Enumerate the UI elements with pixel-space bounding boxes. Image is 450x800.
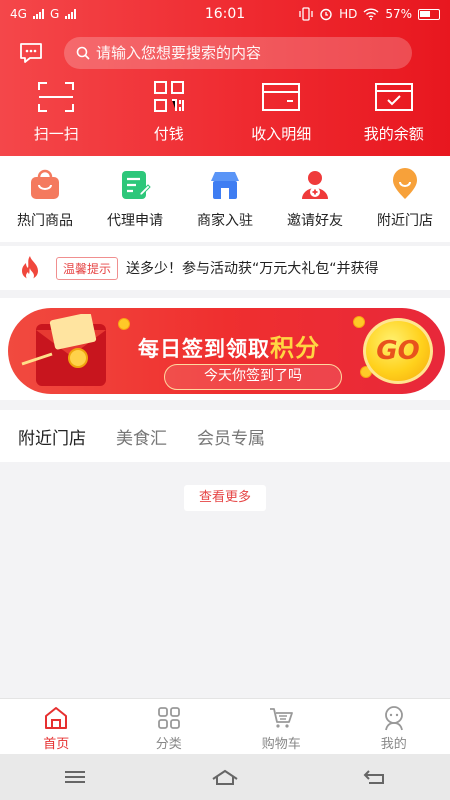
battery-icon xyxy=(418,8,440,20)
nav-label: 购物车 xyxy=(261,737,301,752)
banner-section: 每日签到领取积分 今天你签到了吗 GO xyxy=(0,298,450,400)
tab-food[interactable]: 美食汇 xyxy=(116,424,167,449)
nav-label: 分类 xyxy=(155,737,182,752)
qr-pay-icon xyxy=(153,81,184,112)
nav-label: 首页 xyxy=(43,737,70,752)
coin-decoration xyxy=(353,316,365,328)
category-nearby-store[interactable]: 附近门店 xyxy=(360,156,450,242)
quick-actions: 扫一扫 付钱 收入明细 我的余额 xyxy=(0,80,450,144)
shop-store-icon xyxy=(211,172,239,199)
checkin-banner[interactable]: 每日签到领取积分 今天你签到了吗 GO xyxy=(8,308,445,394)
go-button[interactable]: GO xyxy=(363,318,433,384)
category-grid-icon xyxy=(157,707,180,729)
banner-subtitle: 今天你签到了吗 xyxy=(164,364,342,390)
category-label: 附近门店 xyxy=(377,213,433,229)
add-friend-icon xyxy=(302,171,328,199)
category-invite-friends[interactable]: 邀请好友 xyxy=(270,156,360,242)
category-label: 邀请好友 xyxy=(287,213,343,229)
quick-action-label: 扫一扫 xyxy=(33,125,79,143)
system-home-icon[interactable] xyxy=(211,767,239,787)
banner-title-text: 每日签到领取 xyxy=(138,337,270,361)
menu-icon[interactable] xyxy=(61,767,89,787)
search-icon xyxy=(76,46,90,60)
bottom-nav: 首页 分类 购物车 我的 xyxy=(0,698,450,754)
header-hero: 4G G 16:01 HD 57% 请输入您想要搜索的内容 扫一扫 付钱 收入明… xyxy=(0,0,450,156)
category-merchant-join[interactable]: 商家入驻 xyxy=(180,156,270,242)
back-icon[interactable] xyxy=(361,767,389,787)
quick-action-label: 我的余额 xyxy=(363,125,424,143)
notice-text: 送多少！参与活动获“万元大礼包“并获得 xyxy=(126,261,379,277)
banner-title-highlight: 积分 xyxy=(270,334,320,362)
quick-action-balance[interactable]: 我的余额 xyxy=(338,80,450,144)
quick-action-income[interactable]: 收入明细 xyxy=(225,80,338,144)
tab-member-exclusive[interactable]: 会员专属 xyxy=(197,424,265,449)
cart-icon xyxy=(270,708,294,728)
category-agent-apply[interactable]: 代理申请 xyxy=(90,156,180,242)
edit-form-icon xyxy=(122,171,151,199)
location-pin-icon xyxy=(393,168,417,199)
balance-wallet-icon xyxy=(374,83,413,111)
system-nav-bar xyxy=(0,754,450,800)
notice-bar[interactable]: 温馨提示 送多少！参与活动获“万元大礼包“并获得 xyxy=(0,246,450,290)
shopping-bag-icon xyxy=(31,169,59,199)
nav-profile[interactable]: 我的 xyxy=(338,699,450,754)
home-icon xyxy=(45,707,68,729)
view-more-button[interactable]: 查看更多 xyxy=(184,485,266,511)
scan-icon xyxy=(38,82,75,112)
red-envelope-icon xyxy=(21,314,106,386)
tab-nearby-stores[interactable]: 附近门店 xyxy=(18,424,86,449)
banner-title: 每日签到领取积分 xyxy=(138,328,320,363)
nav-category[interactable]: 分类 xyxy=(113,699,226,754)
category-label: 热门商品 xyxy=(17,213,73,229)
clock: 16:01 xyxy=(204,6,246,22)
message-icon[interactable] xyxy=(18,41,44,65)
search-input[interactable] xyxy=(96,44,386,62)
category-hot-goods[interactable]: 热门商品 xyxy=(0,156,90,242)
fire-icon xyxy=(22,256,38,280)
nav-cart[interactable]: 购物车 xyxy=(225,699,338,754)
quick-action-label: 付钱 xyxy=(153,125,184,143)
category-grid: 热门商品 代理申请 商家入驻 邀请好友 附近门店 xyxy=(0,156,450,242)
category-label: 商家入驻 xyxy=(197,213,253,229)
nav-home[interactable]: 首页 xyxy=(0,699,113,754)
profile-icon xyxy=(384,706,403,731)
status-bar: 4G G 16:01 HD 57% xyxy=(0,0,450,28)
quick-action-scan[interactable]: 扫一扫 xyxy=(0,80,113,144)
quick-action-label: 收入明细 xyxy=(251,125,312,143)
nav-label: 我的 xyxy=(380,737,407,752)
notice-tag: 温馨提示 xyxy=(56,256,119,280)
category-label: 代理申请 xyxy=(107,213,163,229)
search-bar[interactable] xyxy=(64,37,412,69)
quick-action-pay[interactable]: 付钱 xyxy=(113,80,226,144)
coin-decoration xyxy=(118,318,130,330)
income-card-icon xyxy=(262,83,301,111)
store-tabs: 附近门店 美食汇 会员专属 xyxy=(0,410,450,462)
